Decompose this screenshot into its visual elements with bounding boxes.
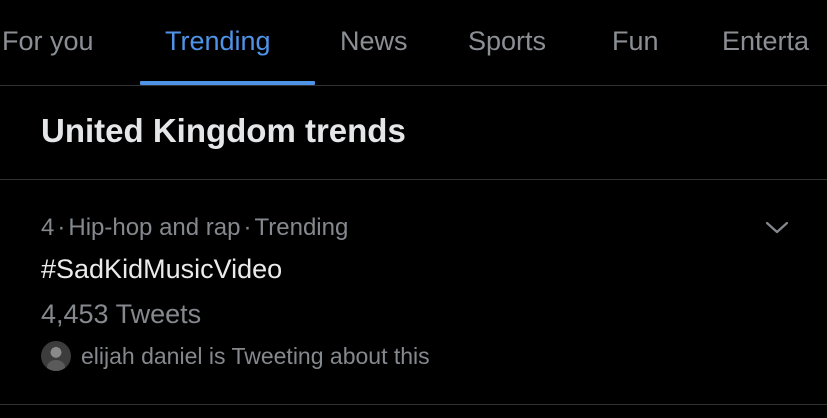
section-title: United Kingdom trends <box>41 112 406 149</box>
active-tab-indicator <box>140 81 315 85</box>
trend-meta: 4 · Hip-hop and rap · Trending <box>41 214 348 242</box>
trend-category: Hip-hop and rap <box>68 214 241 241</box>
tab-fun[interactable]: Fun <box>612 26 659 57</box>
divider <box>0 404 827 405</box>
trend-tweet-count: 4,453 Tweets <box>41 299 202 329</box>
trend-name[interactable]: #SadKidMusicVideo <box>41 254 282 285</box>
trend-context: elijah daniel is Tweeting about this <box>41 340 430 372</box>
explore-tabs: For you Trending News Sports Fun Enterta <box>0 0 827 86</box>
avatar <box>41 341 71 371</box>
trend-rank: 4 <box>41 214 55 241</box>
tab-entertainment[interactable]: Enterta <box>722 26 809 57</box>
trend-context-text: elijah daniel is Tweeting about this <box>81 342 430 369</box>
trend-status: Trending <box>254 214 349 241</box>
trend-item[interactable]: 4 · Hip-hop and rap · Trending #SadKidMusicV… <box>0 180 827 404</box>
chevron-down-icon[interactable] <box>764 218 790 236</box>
meta-separator: · <box>243 214 252 241</box>
tab-news[interactable]: News <box>340 26 408 57</box>
tab-trending[interactable]: Trending <box>165 26 271 57</box>
tab-sports[interactable]: Sports <box>468 26 546 57</box>
meta-separator: · <box>57 214 66 241</box>
tab-for-you[interactable]: For you <box>2 26 94 57</box>
